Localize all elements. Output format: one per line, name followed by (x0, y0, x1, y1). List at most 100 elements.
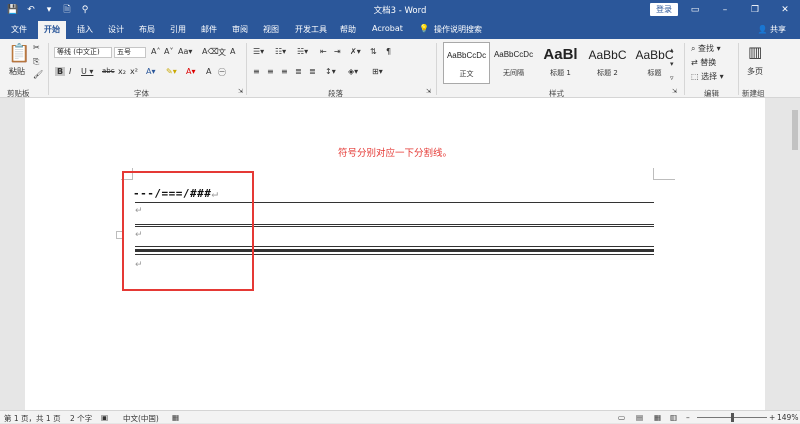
grow-font-icon[interactable]: A˄ (151, 47, 160, 56)
strikethrough-button[interactable]: abc (102, 67, 115, 75)
replace-icon: ⇄ (691, 58, 698, 67)
tab-review[interactable]: 审阅 (232, 24, 248, 35)
clear-format-icon[interactable]: A⌫ (202, 47, 219, 56)
style-name: 正文 (459, 70, 474, 78)
change-case-icon[interactable]: Aa▾ (178, 47, 192, 56)
justify-icon[interactable]: ≣ (295, 67, 302, 76)
line-spacing-icon[interactable]: ↕▾ (325, 67, 336, 76)
show-marks-icon[interactable]: ¶ (386, 47, 391, 56)
maximize-icon[interactable]: ❐ (740, 0, 770, 20)
decrease-indent-icon[interactable]: ⇤ (320, 47, 327, 56)
paragraph-dialog-launcher-icon[interactable]: ⇲ (426, 88, 431, 95)
style-name: 标题 2 (597, 69, 618, 77)
tab-home[interactable]: 开始 (38, 21, 66, 39)
style-no-spacing[interactable]: AaBbCcDc 无间隔 (490, 42, 537, 84)
copy-icon[interactable]: ⎘ (33, 57, 39, 67)
tab-file[interactable]: 文件 (11, 24, 27, 35)
ribbon: 📋 粘贴 ✂ ⎘ 🖌 剪贴板 等线 (中文正) 五号 A˄ A˅ Aa▾ A⌫ … (0, 39, 800, 98)
font-size-select[interactable]: 五号 (114, 47, 146, 58)
style-name: 无间隔 (503, 69, 524, 77)
tab-mailings[interactable]: 邮件 (201, 24, 217, 35)
font-name-select[interactable]: 等线 (中文正) (54, 47, 112, 58)
char-border-icon[interactable]: A (230, 47, 235, 56)
focus-mode-icon[interactable]: ▭ (618, 413, 625, 422)
cut-icon[interactable]: ✂ (33, 43, 40, 52)
italic-button[interactable]: I (69, 67, 71, 76)
bold-button[interactable]: B (55, 67, 66, 76)
ribbon-options-icon[interactable]: ▭ (680, 0, 710, 20)
chinese-layout-icon[interactable]: ✗▾ (350, 47, 361, 56)
borders-icon[interactable]: ⊞▾ (372, 67, 383, 76)
multipage-button[interactable]: 多页 (747, 66, 763, 77)
align-left-icon[interactable]: ≡ (253, 67, 260, 76)
highlight-icon[interactable]: ✎▾ (166, 67, 177, 76)
style-heading-2[interactable]: AaBbC 标题 2 (584, 42, 631, 84)
increase-indent-icon[interactable]: ⇥ (334, 47, 341, 56)
select-label: 选择 (701, 72, 718, 81)
macro-icon[interactable]: ▦ (172, 413, 179, 422)
zoom-slider-thumb[interactable] (731, 413, 734, 422)
tell-me-search[interactable]: 操作说明搜索 (434, 24, 482, 35)
font-color-icon[interactable]: A▾ (186, 67, 196, 76)
distribute-icon[interactable]: ≣ (309, 67, 316, 76)
multilevel-list-icon[interactable]: ☵▾ (297, 47, 308, 56)
share-button[interactable]: 👤 共享 (757, 24, 786, 35)
print-layout-icon[interactable]: ▦ (654, 413, 661, 422)
find-label: 查找 (698, 44, 715, 53)
superscript-button[interactable]: x² (130, 67, 138, 76)
instruction-note: 符号分别对应一下分割线。 (337, 148, 452, 159)
web-layout-icon[interactable]: ▥ (670, 413, 677, 422)
bullets-icon[interactable]: ☰▾ (253, 47, 264, 56)
status-bar: 第 1 页，共 1 页 2 个字 ▣ 中文(中国) ▦ ▭ ▤ ▦ ▥ – + … (0, 410, 800, 423)
login-button[interactable]: 登录 (650, 3, 678, 16)
read-mode-icon[interactable]: ▤ (636, 413, 643, 422)
highlight-box (122, 171, 254, 291)
align-right-icon[interactable]: ≡ (281, 67, 288, 76)
divider (246, 43, 247, 95)
zoom-out-icon[interactable]: – (686, 413, 690, 422)
underline-button[interactable]: U ▾ (81, 67, 93, 76)
close-icon[interactable]: ✕ (770, 0, 800, 20)
zoom-in-icon[interactable]: + (769, 413, 775, 422)
multipage-icon[interactable]: ▥ (748, 43, 762, 61)
tab-insert[interactable]: 插入 (77, 24, 93, 35)
find-button[interactable]: ⌕ 查找 ▾ (691, 43, 721, 54)
enclose-char-icon[interactable]: ㊀ (218, 67, 226, 78)
shading-icon[interactable]: ◈▾ (348, 67, 358, 76)
page-count[interactable]: 第 1 页，共 1 页 (4, 413, 61, 424)
replace-button[interactable]: ⇄ 替换 (691, 57, 716, 68)
numbering-icon[interactable]: ☷▾ (275, 47, 286, 56)
proofing-icon[interactable]: ▣ (101, 413, 108, 422)
phonetic-guide-icon[interactable]: 文 (218, 47, 226, 58)
style-normal[interactable]: AaBbCcDc 正文 (443, 42, 490, 84)
divider (436, 43, 437, 95)
style-heading-1[interactable]: AaBl 标题 1 (537, 42, 584, 84)
scrollbar-thumb[interactable] (792, 110, 798, 150)
font-dialog-launcher-icon[interactable]: ⇲ (238, 88, 243, 95)
language[interactable]: 中文(中国) (123, 413, 159, 424)
tab-developer[interactable]: 开发工具 (295, 24, 327, 35)
zoom-level[interactable]: 149% (777, 413, 798, 422)
shrink-font-icon[interactable]: A˅ (164, 47, 173, 56)
word-count[interactable]: 2 个字 (70, 413, 92, 424)
align-center-icon[interactable]: ≡ (267, 67, 274, 76)
styles-dialog-launcher-icon[interactable]: ⇲ (672, 88, 677, 95)
char-shading-icon[interactable]: A (206, 67, 211, 76)
subscript-button[interactable]: x₂ (118, 67, 126, 76)
divider (684, 43, 685, 95)
tab-view[interactable]: 视图 (263, 24, 279, 35)
tab-acrobat[interactable]: Acrobat (372, 24, 403, 33)
paste-button[interactable]: 粘贴 (9, 66, 25, 77)
tab-design[interactable]: 设计 (108, 24, 124, 35)
tab-references[interactable]: 引用 (170, 24, 186, 35)
select-button[interactable]: ⬚ 选择 ▾ (691, 71, 724, 82)
text-effects-icon[interactable]: A▾ (146, 67, 156, 76)
minimize-icon[interactable]: – (710, 0, 740, 20)
paste-icon[interactable]: 📋 (8, 43, 30, 64)
document-page[interactable]: 符号分别对应一下分割线。 ---/===/###↵ ↵ ↵ ↵ (25, 98, 765, 410)
styles-scroll-icon[interactable]: ▴ ▾ ▿ (670, 43, 674, 85)
sort-icon[interactable]: ⇅ (370, 47, 377, 56)
tab-help[interactable]: 帮助 (340, 24, 356, 35)
tab-layout[interactable]: 布局 (139, 24, 155, 35)
format-painter-icon[interactable]: 🖌 (33, 70, 43, 79)
